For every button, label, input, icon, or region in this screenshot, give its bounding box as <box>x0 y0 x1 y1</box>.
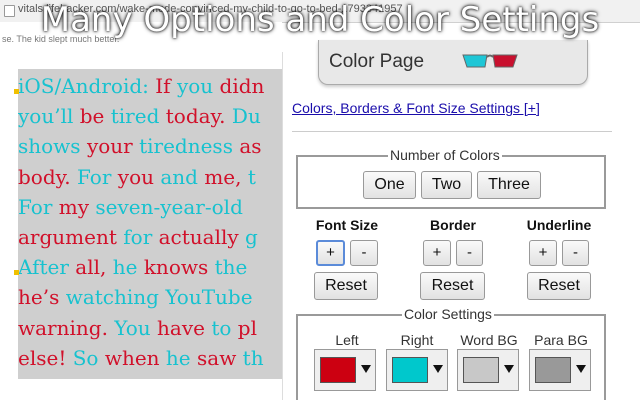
font-size-decrease-button[interactable]: - <box>350 240 378 266</box>
paragraph-word: argument <box>18 225 124 249</box>
paragraph-line: warning. You have to pl <box>18 316 257 340</box>
border-reset-button[interactable]: Reset <box>420 272 485 300</box>
tab-title: Color Page <box>329 51 425 72</box>
right-color-picker[interactable] <box>386 349 448 391</box>
dropdown-arrow-icon <box>433 365 443 373</box>
paragraph-word: t <box>247 164 256 189</box>
paragraph-word: my <box>58 194 96 219</box>
paragraph-word: the <box>214 255 248 280</box>
paragraph-word: as <box>239 134 262 159</box>
number-of-colors-legend: Number of Colors <box>388 147 502 163</box>
paragraph-word: be <box>79 104 111 129</box>
dropdown-arrow-icon <box>504 365 514 373</box>
border-decrease-button[interactable]: - <box>456 240 483 266</box>
paragraph-word: For <box>77 164 118 189</box>
paragraph-word: didn <box>219 74 265 98</box>
paragraph-word: have <box>157 315 212 340</box>
paragraph-word: for <box>123 225 159 249</box>
paragraph-word: seven-year-old <box>95 194 243 219</box>
paragraph-line: For my seven-year-old <box>18 195 243 219</box>
color-settings-legend: Color Settings <box>402 306 494 322</box>
paragraph-line: he’s watching YouTube <box>18 285 253 309</box>
selection-handle-start[interactable] <box>14 89 19 94</box>
paragraph-word: So <box>72 345 105 370</box>
color-page-tab[interactable]: Color Page <box>318 40 588 85</box>
paragraph-word: iOS/Android: <box>18 74 156 98</box>
paragraph-line: you’ll be tired today. Du <box>18 104 261 128</box>
paragraph-line: else! So when he saw th <box>18 346 264 370</box>
paragraph-word: all, <box>75 255 113 280</box>
paragraph-word: you <box>176 74 220 98</box>
para-bg-color-label: Para BG <box>534 332 588 348</box>
paragraph-word: actually <box>158 225 246 249</box>
word-bg-color-picker[interactable] <box>457 349 519 391</box>
article-paragraph: iOS/Android: If you didn you’ll be tired … <box>18 69 282 379</box>
settings-link[interactable]: Colors, Borders & Font Size Settings [+] <box>292 100 540 116</box>
divider <box>292 131 612 132</box>
paragraph-line: shows your tiredness as <box>18 134 262 158</box>
3d-glasses-icon <box>462 54 518 68</box>
paragraph-word: you’ll <box>18 104 80 129</box>
promo-headline: Many Options and Color Settings <box>40 0 600 40</box>
font-size-reset-button[interactable]: Reset <box>314 272 378 300</box>
para-bg-color-picker[interactable] <box>529 349 591 391</box>
three-colors-button[interactable]: Three <box>477 171 541 199</box>
paragraph-word: today. <box>165 104 232 129</box>
paragraph-word: to <box>211 315 238 340</box>
paragraph-word: body. <box>18 164 78 189</box>
dropdown-arrow-icon <box>361 365 371 373</box>
paragraph-line: After all, he knows the <box>18 255 247 279</box>
para-bg-color-swatch <box>535 357 571 383</box>
underline-decrease-button[interactable]: - <box>562 240 589 266</box>
paragraph-word: tired <box>110 104 166 129</box>
font-size-label: Font Size <box>315 217 379 233</box>
paragraph-word: th <box>242 345 264 370</box>
font-size-increase-button[interactable]: + <box>316 240 345 266</box>
left-color-swatch <box>320 357 356 383</box>
paragraph-word: you <box>117 164 161 189</box>
paragraph-word: warning. <box>18 315 115 340</box>
right-color-swatch <box>392 357 428 383</box>
paragraph-line: argument for actually g <box>18 225 258 249</box>
paragraph-word: he’s <box>18 285 66 310</box>
left-color-picker[interactable] <box>314 349 376 391</box>
underline-label: Underline <box>526 217 592 233</box>
border-increase-button[interactable]: + <box>423 240 451 266</box>
paragraph-word: your <box>86 134 140 159</box>
paragraph-word: knows <box>143 255 215 280</box>
border-label: Border <box>430 217 476 233</box>
paragraph-word: watching <box>65 285 166 310</box>
paragraph-word: pl <box>237 315 257 340</box>
one-color-button[interactable]: One <box>363 171 416 199</box>
underline-increase-button[interactable]: + <box>529 240 557 266</box>
paragraph-word: he <box>165 345 197 370</box>
paragraph-word: else! <box>18 345 73 370</box>
underline-reset-button[interactable]: Reset <box>527 272 591 300</box>
selection-handle-end[interactable] <box>14 270 19 275</box>
paragraph-word: Du <box>231 104 261 129</box>
paragraph-word: and <box>160 164 205 189</box>
right-color-label: Right <box>400 332 434 348</box>
word-bg-color-swatch <box>463 357 499 383</box>
paragraph-word: he <box>112 255 144 280</box>
word-bg-color-label: Word BG <box>460 332 518 348</box>
paragraph-word: After <box>18 255 76 280</box>
paragraph-word: saw <box>197 345 243 370</box>
dropdown-arrow-icon <box>576 365 586 373</box>
paragraph-word: tiredness <box>139 134 240 159</box>
paragraph-word: You <box>114 315 158 340</box>
paragraph-word: me, <box>204 164 248 189</box>
paragraph-word: g <box>245 225 258 249</box>
paragraph-word: For <box>18 194 59 219</box>
two-colors-button[interactable]: Two <box>421 171 472 199</box>
paragraph-line: iOS/Android: If you didn <box>18 74 264 98</box>
paragraph-line: body. For you and me, t <box>18 165 256 189</box>
paragraph-word: YouTube <box>165 285 253 310</box>
paragraph-word: shows <box>18 134 87 159</box>
paragraph-word: when <box>104 345 166 370</box>
left-color-label: Left <box>335 332 359 348</box>
paragraph-word: If <box>155 74 177 98</box>
